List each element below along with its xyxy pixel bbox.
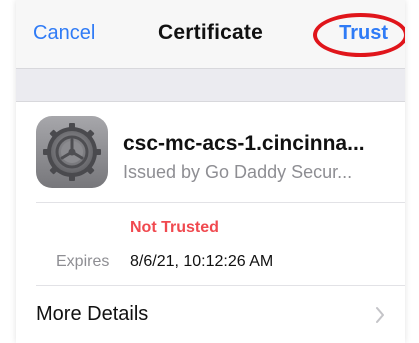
certificate-sheet: Cancel Certificate Trust csc-mc-acs-1.ci… <box>16 0 405 343</box>
expires-value: 8/6/21, 10:12:26 AM <box>130 253 274 270</box>
chevron-right-icon <box>375 306 385 324</box>
divider <box>36 202 405 203</box>
expires-label: Expires <box>56 253 110 270</box>
highlight-circle <box>313 13 405 57</box>
trust-status-label: Not Trusted <box>130 219 219 236</box>
more-details-row[interactable]: More Details <box>16 286 405 343</box>
navigation-bar: Cancel Certificate Trust <box>16 0 405 68</box>
screenshot-frame: Cancel Certificate Trust csc-mc-acs-1.ci… <box>0 0 419 343</box>
settings-gear-icon <box>36 116 108 188</box>
more-details-label: More Details <box>36 303 149 325</box>
certificate-issuer: Issued by Go Daddy Secur... <box>123 162 353 182</box>
section-spacer <box>16 68 405 102</box>
certificate-details: csc-mc-acs-1.cincinna... Issued by Go Da… <box>16 102 405 343</box>
certificate-name: csc-mc-acs-1.cincinna... <box>123 132 365 155</box>
